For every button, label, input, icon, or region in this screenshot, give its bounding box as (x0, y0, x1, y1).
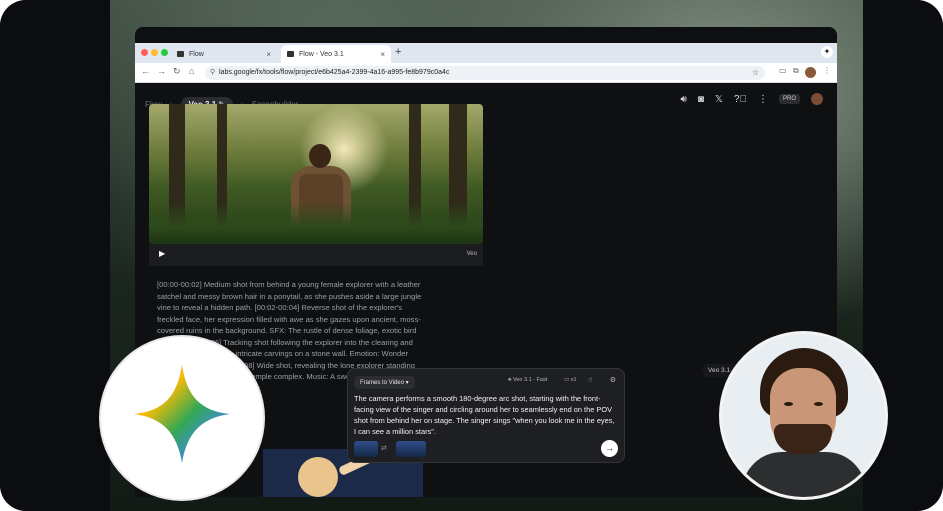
swap-frames-icon[interactable]: ⇄ (381, 444, 387, 452)
gemini-extension-icon[interactable]: ✦ (821, 46, 833, 58)
output-count[interactable]: ▭ x1 (564, 377, 577, 383)
singer-figure (298, 457, 338, 497)
home-icon[interactable]: ⌂ (189, 66, 194, 76)
prompt-input[interactable]: The camera performs a smooth 180-degree … (354, 393, 618, 437)
url-text: labs.google/fx/tools/flow/project/e6b425… (219, 69, 450, 76)
tab-flow[interactable]: Flow × (171, 45, 277, 63)
presenter-beard (774, 424, 832, 454)
jungle-foliage (149, 202, 483, 244)
prompt-composer: Frames to Video ▾ 🔊︎ Veo 3.1 - Fast ▭ x1… (347, 368, 625, 463)
gemini-logo-badge (101, 337, 263, 499)
tab-flow-veo[interactable]: Flow - Veo 3.1 × (281, 45, 391, 63)
cast-icon[interactable]: ▭ (779, 66, 787, 75)
close-tab-icon[interactable]: × (266, 50, 271, 59)
explorer-head (309, 144, 331, 168)
mode-select[interactable]: Frames to Video ▾ (354, 376, 415, 389)
flow-favicon-icon (177, 51, 184, 57)
reload-icon[interactable]: ↻ (173, 66, 181, 77)
maximize-window-button[interactable] (161, 49, 168, 56)
tab-label: Flow - Veo 3.1 (299, 50, 344, 58)
veo-watermark: Veo (466, 251, 477, 257)
minimize-window-button[interactable] (151, 49, 158, 56)
bookmark-star-icon[interactable]: ☆ (752, 66, 759, 80)
count-label: x1 (570, 377, 577, 383)
close-tab-icon[interactable]: × (380, 50, 385, 59)
presenter-photo (722, 334, 885, 497)
x-logo-icon[interactable]: 𝕏 (715, 94, 723, 105)
start-frame-thumbnail[interactable] (354, 441, 378, 457)
send-button[interactable]: → (601, 440, 618, 457)
model-select[interactable]: 🔊︎ Veo 3.1 - Fast (508, 377, 547, 384)
discord-icon[interactable]: ◙ (698, 94, 704, 105)
background-left (0, 0, 110, 511)
settings-icon[interactable]: ⚙ (610, 376, 616, 384)
play-icon[interactable]: ▶ (159, 249, 165, 258)
site-info-icon[interactable]: ⚲ (210, 66, 215, 80)
video-preview[interactable] (149, 104, 483, 244)
plus-icon[interactable]: + (395, 46, 401, 58)
profile-avatar[interactable] (805, 67, 816, 78)
mode-label: Frames to Video (360, 380, 404, 386)
video-controls: ▶ Veo (149, 244, 483, 266)
forward-icon[interactable]: → (157, 66, 166, 76)
presenter-scarf (742, 452, 866, 497)
menu-icon[interactable]: ⋮ (823, 66, 831, 75)
presenter-eye (784, 402, 793, 406)
presenter-eye (814, 402, 823, 406)
address-bar: ← → ↻ ⌂ ⚲ labs.google/fx/tools/flow/proj… (135, 63, 837, 83)
more-icon[interactable]: ⋮ (758, 94, 768, 105)
extensions-icon[interactable]: ⧉ (793, 66, 799, 76)
gemini-sparkle-icon (134, 365, 230, 463)
top-toolbar: 🔊︎ ◙ 𝕏 ?⃝ ⋮ PRO (681, 93, 823, 105)
flow-favicon-icon (287, 51, 294, 57)
end-frame-thumbnail[interactable] (396, 441, 426, 457)
pro-badge: PRO (778, 94, 800, 104)
help-icon[interactable]: ?⃝ (734, 94, 747, 105)
volume-icon[interactable]: 🔊︎ (681, 94, 687, 105)
thumbs-icon[interactable]: ☝ (588, 376, 592, 384)
url-field[interactable]: ⚲ labs.google/fx/tools/flow/project/e6b4… (205, 66, 765, 80)
tab-bar: Flow × Flow - Veo 3.1 × + ✦ (135, 43, 837, 63)
stage: Flow × Flow - Veo 3.1 × + ✦ ← → ↻ ⌂ ⚲ la… (0, 0, 943, 511)
tab-label: Flow (189, 50, 204, 58)
back-icon[interactable]: ← (141, 66, 150, 76)
model-label: Veo 3.1 - Fast (513, 377, 548, 383)
user-avatar[interactable] (811, 93, 823, 105)
close-window-button[interactable] (141, 49, 148, 56)
